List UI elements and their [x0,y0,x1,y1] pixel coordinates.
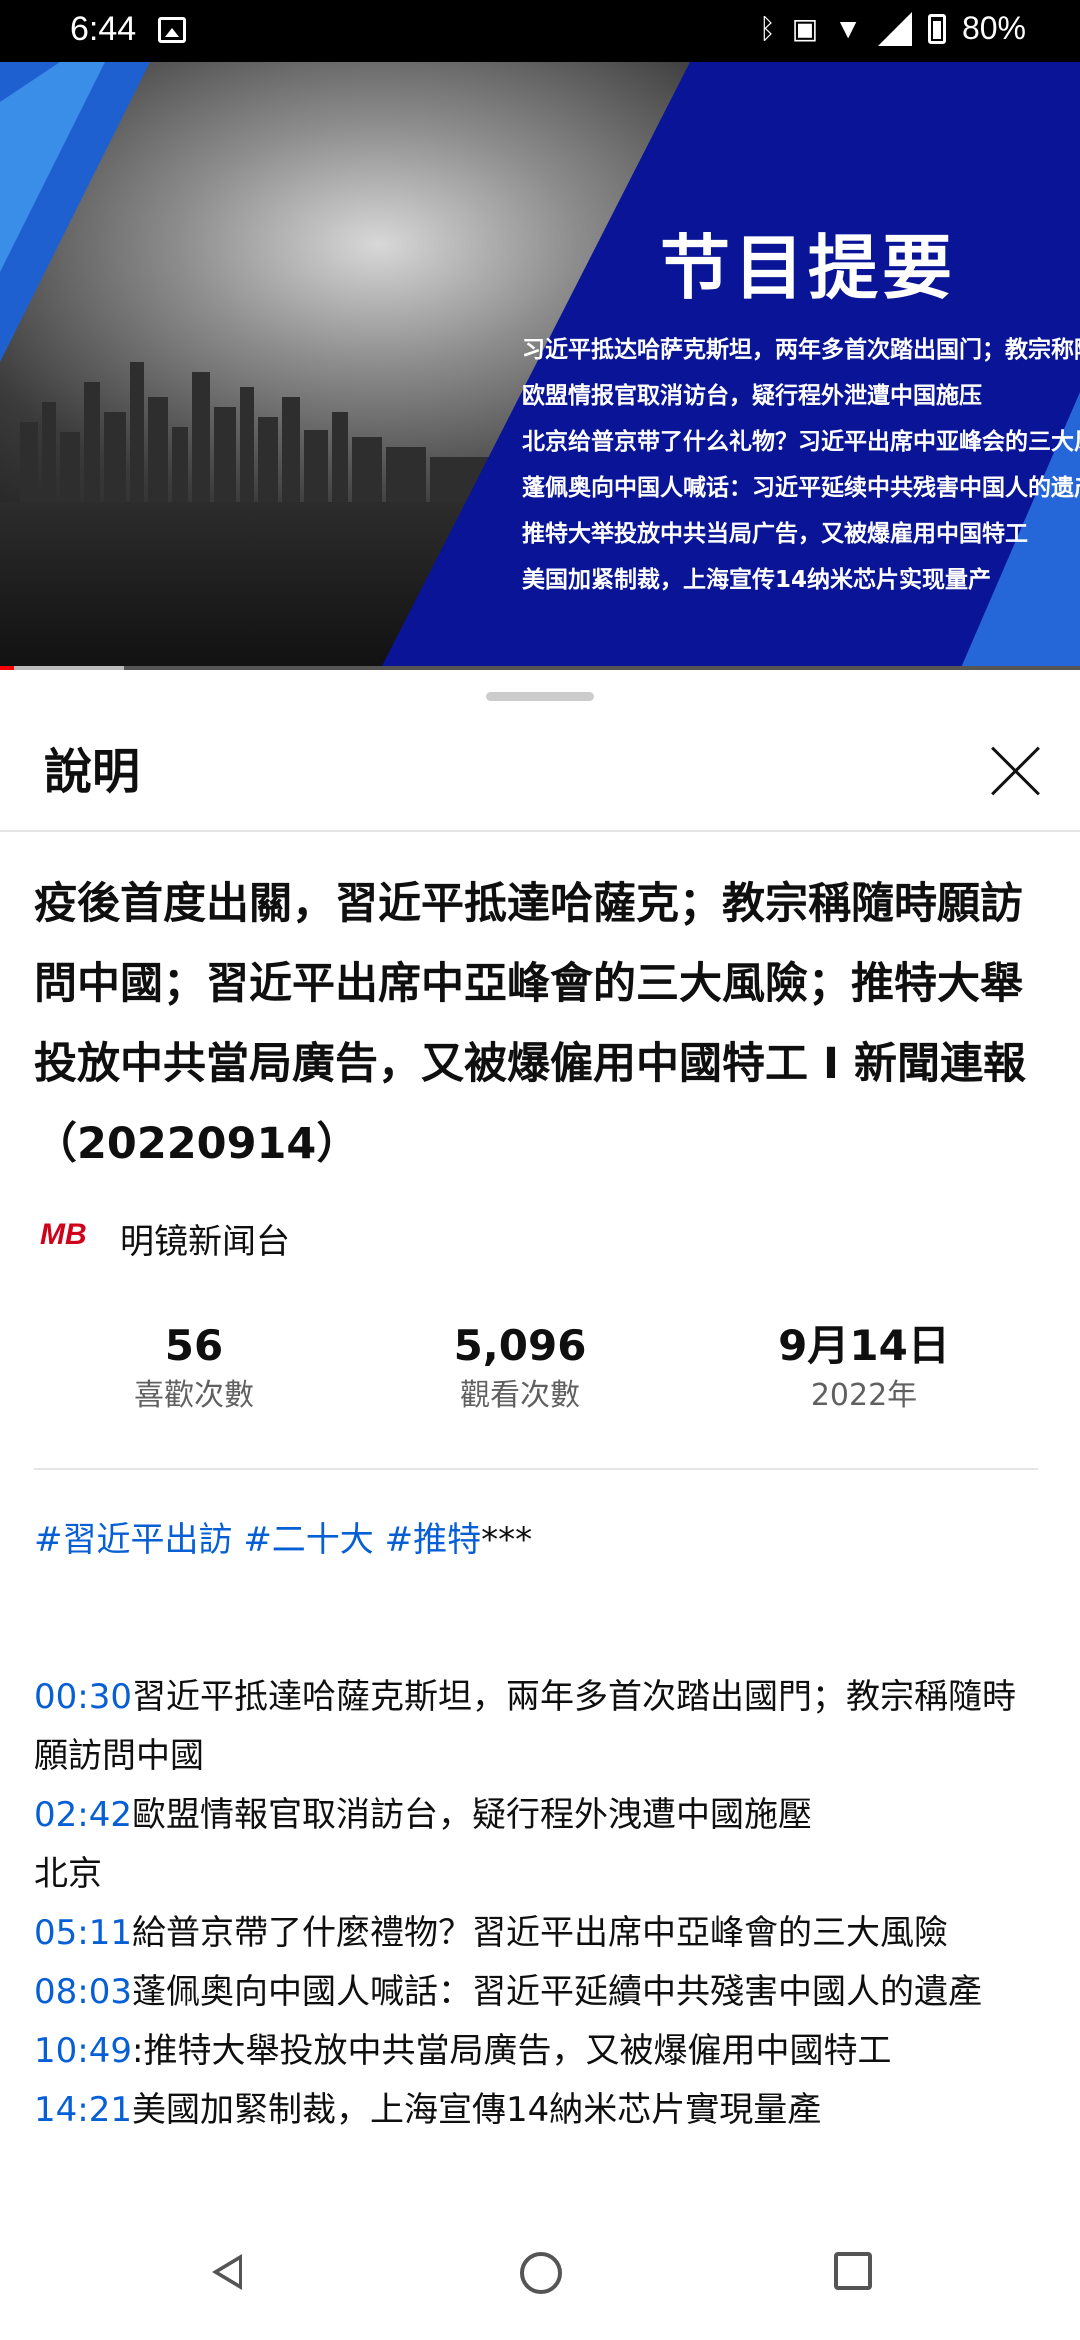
status-time: 6:44 [70,10,137,48]
nfc-icon: ▣ [791,13,819,44]
chapter-item: 08:03蓬佩奧向中國人喊話：習近平延續中共殘害中國人的遺產 [34,1963,1044,2022]
banner-line: 推特大举投放中共当局广告，又被爆雇用中国特工 [522,521,1028,547]
timestamp-link[interactable]: 08:03 [34,1972,132,2012]
sheet-header: 說明 [0,732,1080,828]
bluetooth-icon: ᛒ [758,12,776,44]
banner-line: 习近平抵达哈萨克斯坦，两年多首次踏出国门；教宗称随时愿访问中国 [522,337,1080,363]
chapter-item: 北京 [34,1845,1044,1904]
video-progress-bar[interactable] [0,666,1080,670]
image-icon [158,17,186,43]
signal-icon [877,11,912,46]
chapter-list: 00:30習近平抵達哈薩克斯坦，兩年多首次踏出國門；教宗稱隨時願訪問中國 02:… [34,1668,1044,2140]
home-icon[interactable] [520,2252,562,2294]
sheet-title: 說明 [44,744,141,800]
chapter-item: 10:49:推特大舉投放中共當局廣告，又被爆僱用中國特工 [34,2022,1044,2081]
city-skyline-image [20,362,560,502]
system-nav-bar [0,2200,1080,2340]
video-player[interactable]: 节目提要 习近平抵达哈萨克斯坦，两年多首次踏出国门；教宗称随时愿访问中国 欧盟情… [0,62,1080,670]
progress-buffered [14,666,124,670]
channel-logo-icon[interactable]: MB [40,1220,92,1256]
chapter-text: :推特大舉投放中共當局廣告，又被爆僱用中國特工 [131,2031,892,2071]
status-icons: ᛒ ▣ ▼ 80% [759,10,1026,47]
hashtags: #習近平出訪 #二十大 #推特*** [34,1510,532,1570]
publish-date: 9月14日 [778,1321,950,1370]
banner-line: 蓬佩奥向中国人喊话：习近平延续中共残害中国人的遗产 [522,475,1080,501]
hashtag-link[interactable]: #習近平出訪 [34,1520,233,1560]
chapter-item: 05:11給普京帶了什麼禮物？習近平出席中亞峰會的三大風險 [34,1904,1044,1963]
chapter-item: 14:21美國加緊制裁，上海宣傳14納米芯片實現量產 [34,2081,1044,2140]
banner-line: 北京给普京带了什么礼物？习近平出席中亚峰会的三大风险 [522,429,1080,455]
views-count: 5,096 [453,1321,587,1370]
chapter-item: 02:42歐盟情報官取消訪台，疑行程外洩遭中國施壓 [34,1786,1044,1845]
banner-line: 欧盟情报官取消访台，疑行程外泄遭中国施压 [522,383,982,409]
status-bar: 6:44 ᛒ ▣ ▼ 80% [0,0,1080,62]
views-label: 觀看次數 [460,1378,580,1413]
banner-line: 美国加紧制裁，上海宣传14纳米芯片实现量产 [522,567,992,593]
likes-count: 56 [164,1321,224,1370]
chapter-text: 給普京帶了什麼禮物？習近平出席中亞峰會的三大風險 [131,1913,948,1953]
chapter-text: 歐盟情報官取消訪台，疑行程外洩遭中國施壓 [131,1795,812,1835]
divider [0,830,1080,832]
timestamp-link[interactable]: 05:11 [34,1913,132,1953]
wifi-icon: ▼ [834,12,862,44]
views-stat: 5,096 觀看次數 [370,1318,670,1418]
battery-icon [927,13,946,44]
divider [34,1468,1038,1470]
hashtag-link[interactable]: #推特 [385,1520,482,1560]
battery-percent: 80% [961,10,1026,46]
timestamp-link[interactable]: 14:21 [34,2090,132,2130]
publish-year: 2022年 [810,1378,918,1413]
banner-title: 节目提要 [660,226,956,309]
progress-played [0,666,14,670]
hashtag-suffix: *** [481,1520,533,1560]
chapter-text: 習近平抵達哈薩克斯坦，兩年多首次踏出國門；教宗稱隨時願訪問中國 [34,1677,1016,1776]
date-stat: 9月14日 2022年 [714,1318,1014,1418]
channel-name[interactable]: 明镜新闻台 [120,1214,290,1263]
likes-label: 喜歡次數 [134,1378,254,1413]
close-icon[interactable] [986,742,1046,802]
timestamp-link[interactable]: 00:30 [34,1677,132,1717]
drag-handle[interactable] [486,692,594,701]
channel-row[interactable]: MB 明镜新闻台 [40,1208,290,1268]
recents-icon[interactable] [834,2252,872,2290]
description-sheet: 說明 疫後首度出關，習近平抵達哈薩克；教宗稱隨時願訪問中國；習近平出席中亞峰會的… [0,672,1080,2200]
chapter-item: 00:30習近平抵達哈薩克斯坦，兩年多首次踏出國門；教宗稱隨時願訪問中國 [34,1668,1044,1786]
timestamp-link[interactable]: 02:42 [34,1795,132,1835]
chapter-text: 美國加緊制裁，上海宣傳14納米芯片實現量產 [131,2090,822,2130]
back-icon[interactable] [212,2254,242,2290]
banner-lines: 习近平抵达哈萨克斯坦，两年多首次踏出国门；教宗称随时愿访问中国 欧盟情报官取消访… [522,327,1080,603]
chapter-text: 蓬佩奧向中國人喊話：習近平延續中共殘害中國人的遺產 [131,1972,982,2012]
video-title: 疫後首度出關，習近平抵達哈薩克；教宗稱隨時願訪問中國；習近平出席中亞峰會的三大風… [34,879,1026,1169]
stats-row: 56 喜歡次數 5,096 觀看次數 9月14日 2022年 [0,1318,1080,1428]
timestamp-link[interactable]: 10:49 [34,2031,132,2071]
likes-stat: 56 喜歡次數 [44,1318,344,1418]
hashtag-link[interactable]: #二十大 [243,1520,374,1560]
chapter-text: 北京 [34,1854,102,1894]
